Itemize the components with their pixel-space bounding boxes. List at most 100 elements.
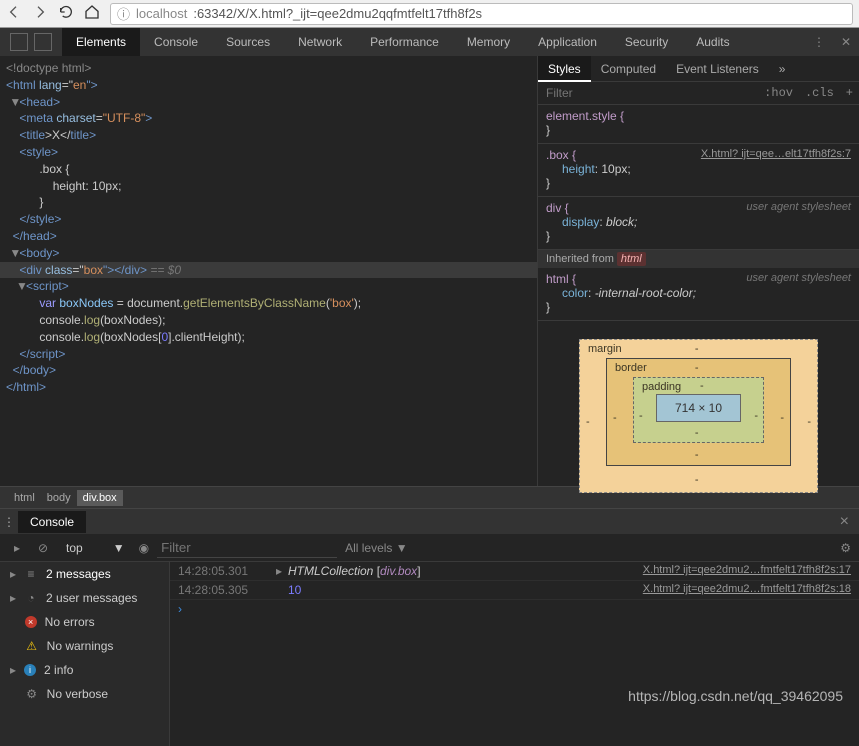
expand-icon[interactable]: ▸ <box>276 564 288 578</box>
dom-node[interactable]: </ <box>13 229 23 243</box>
msg-source-link[interactable]: X.html? ijt=qee2dmu2…fmtfelt17tfh8f2s:17 <box>643 564 851 578</box>
side-messages[interactable]: ▸≡2 messages <box>0 562 169 586</box>
tab-application[interactable]: Application <box>524 28 611 56</box>
bm-val[interactable]: - <box>695 474 699 486</box>
box-model[interactable]: margin - - - - border - - - - padding - … <box>538 321 859 511</box>
log-levels-dropdown[interactable]: All levels ▼ <box>345 541 408 555</box>
tab-memory[interactable]: Memory <box>453 28 524 56</box>
bm-val[interactable]: - <box>639 410 643 422</box>
side-errors[interactable]: ×No errors <box>0 610 169 634</box>
device-toggle-icon[interactable] <box>34 33 52 51</box>
side-user-messages[interactable]: ▸◔2 user messages <box>0 586 169 610</box>
tab-network[interactable]: Network <box>284 28 356 56</box>
drawer-menu-icon[interactable]: ⋮ <box>0 515 18 529</box>
live-expr-icon[interactable]: ◉ <box>139 541 149 555</box>
tab-security[interactable]: Security <box>611 28 682 56</box>
console-messages[interactable]: 14:28:05.301 ▸ HTMLCollection [div.box] … <box>170 562 859 746</box>
side-warnings[interactable]: ⚠No warnings <box>0 634 169 658</box>
dom-node[interactable]: </ <box>6 380 16 394</box>
msg-element-link[interactable]: div.box <box>380 564 417 578</box>
dom-css: } <box>39 195 43 209</box>
stab-computed[interactable]: Computed <box>591 56 666 82</box>
bm-val[interactable]: - <box>700 380 704 392</box>
cls-toggle[interactable]: .cls <box>799 86 840 100</box>
elements-panel[interactable]: <!doctype html> <html lang="en"> ▼<head>… <box>0 56 537 486</box>
caret-icon[interactable]: ▼ <box>9 245 19 262</box>
inh-element-link[interactable]: html <box>617 252 646 266</box>
tab-performance[interactable]: Performance <box>356 28 453 56</box>
rule-box[interactable]: X.html? ijt=qee…elt17tfh8f2s:7 .box { he… <box>538 144 859 197</box>
dom-node[interactable]: </ <box>19 212 29 226</box>
hov-toggle[interactable]: :hov <box>758 86 799 100</box>
bm-content[interactable]: 714 × 10 <box>656 394 741 422</box>
context-selector[interactable]: top ▼ <box>60 541 131 555</box>
devtools-tabbar: Elements Console Sources Network Perform… <box>0 28 859 56</box>
crumb-body[interactable]: body <box>41 490 77 506</box>
dom-doctype[interactable]: <!doctype html> <box>6 61 91 75</box>
dom-selected-node[interactable]: <div class="box"></div> == $0 <box>0 262 537 279</box>
url-host: localhost <box>136 6 187 21</box>
home-icon[interactable] <box>84 4 100 23</box>
caret-icon[interactable]: ▸ <box>10 591 16 605</box>
bm-val[interactable]: - <box>695 449 699 461</box>
console-drawer-tab[interactable]: Console <box>18 511 86 533</box>
bm-val[interactable]: - <box>695 343 699 355</box>
dom-node[interactable]: </ <box>13 363 23 377</box>
more-tabs-icon[interactable]: » <box>769 56 796 82</box>
tab-audits[interactable]: Audits <box>682 28 743 56</box>
tab-console[interactable]: Console <box>140 28 212 56</box>
clear-console-icon[interactable]: ⊘ <box>34 541 52 555</box>
back-icon[interactable] <box>6 4 22 23</box>
dom-node[interactable]: < <box>6 78 13 92</box>
rule-source-link[interactable]: X.html? ijt=qee…elt17tfh8f2s:7 <box>701 148 851 160</box>
inspect-icon[interactable] <box>10 33 28 51</box>
caret-icon[interactable]: ▼ <box>9 94 19 111</box>
stab-listeners[interactable]: Event Listeners <box>666 56 769 82</box>
url-bar[interactable]: ⓘ localhost <box>110 3 853 25</box>
forward-icon[interactable] <box>32 4 48 23</box>
crumb-div-box[interactable]: div.box <box>77 490 123 506</box>
drawer-close-icon[interactable]: × <box>830 513 859 531</box>
caret-icon[interactable]: ▼ <box>16 278 26 295</box>
bm-val[interactable]: - <box>780 412 784 424</box>
msg-source-link[interactable]: X.html? ijt=qee2dmu2…fmtfelt17tfh8f2s:18 <box>643 583 851 597</box>
tab-elements[interactable]: Elements <box>62 28 140 56</box>
devtools-close-icon[interactable]: ✕ <box>833 35 859 49</box>
reload-icon[interactable] <box>58 4 74 23</box>
dom-txt: > <box>51 145 58 159</box>
bm-val[interactable]: - <box>613 412 617 424</box>
styles-filter-input[interactable] <box>538 82 758 104</box>
css-val[interactable]: 10px; <box>601 162 630 176</box>
console-row[interactable]: 14:28:05.305 10 X.html? ijt=qee2dmu2…fmt… <box>170 581 859 600</box>
side-info[interactable]: ▸i2 info <box>0 658 169 682</box>
kebab-icon[interactable]: ⋮ <box>805 35 833 49</box>
bm-val[interactable]: - <box>807 416 811 428</box>
rule-element-style[interactable]: element.style { } <box>538 105 859 144</box>
caret-icon[interactable]: ▸ <box>10 663 16 677</box>
console-sidebar-toggle-icon[interactable]: ▸ <box>8 541 26 555</box>
console-settings-icon[interactable]: ⚙ <box>840 541 851 555</box>
bm-val[interactable]: - <box>695 362 699 374</box>
caret-icon[interactable]: ▸ <box>10 567 16 581</box>
dom-node[interactable]: </ <box>19 347 29 361</box>
url-input[interactable] <box>193 6 846 21</box>
console-prompt[interactable]: › <box>170 600 859 618</box>
info-icon[interactable]: ⓘ <box>117 4 130 23</box>
tab-sources[interactable]: Sources <box>212 28 284 56</box>
crumb-html[interactable]: html <box>8 490 41 506</box>
bm-border-label: border <box>615 362 647 374</box>
bm-val[interactable]: - <box>695 427 699 439</box>
bm-val[interactable]: - <box>754 410 758 422</box>
console-filter-input[interactable] <box>157 538 337 558</box>
add-rule-icon[interactable]: + <box>840 86 859 100</box>
console-row[interactable]: 14:28:05.301 ▸ HTMLCollection [div.box] … <box>170 562 859 581</box>
rule-html-ua[interactable]: user agent stylesheet html { color: -int… <box>538 268 859 321</box>
css-prop[interactable]: height <box>546 162 595 176</box>
dom-node[interactable]: < <box>26 279 33 293</box>
bm-padding-label: padding <box>642 381 681 393</box>
rule-selector: div { <box>546 201 569 215</box>
bm-val[interactable]: - <box>586 416 590 428</box>
side-verbose[interactable]: ⚙No verbose <box>0 682 169 706</box>
stab-styles[interactable]: Styles <box>538 56 591 82</box>
rule-div-ua[interactable]: user agent stylesheet div { display: blo… <box>538 197 859 250</box>
